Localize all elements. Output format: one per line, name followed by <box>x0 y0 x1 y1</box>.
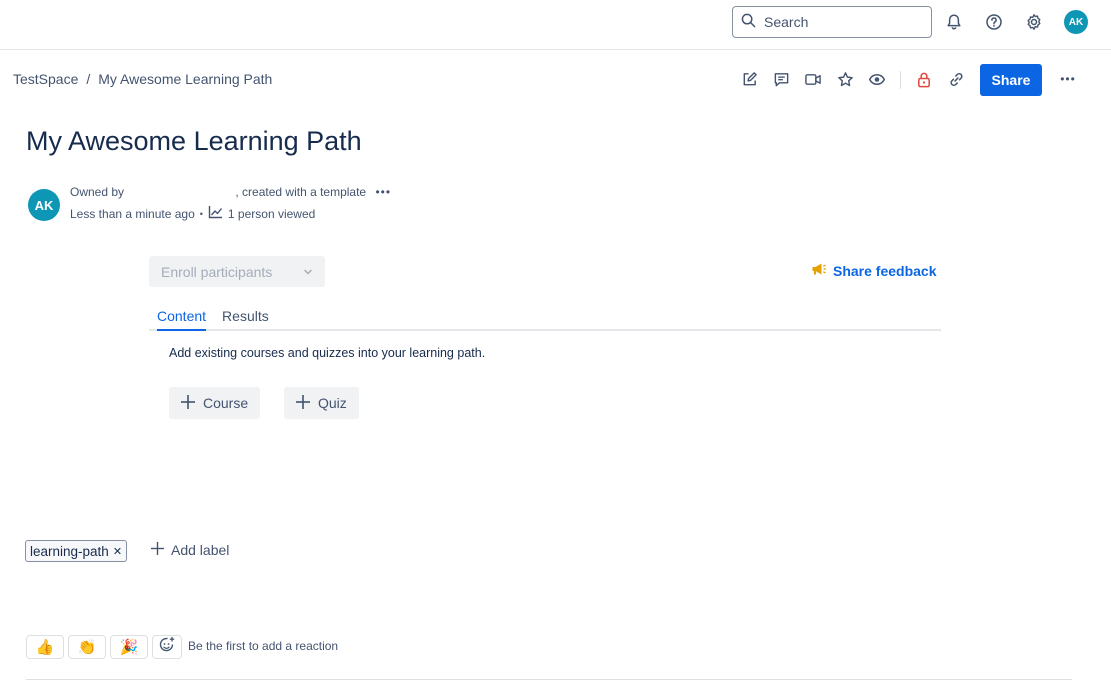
last-updated-text: Less than a minute ago <box>70 206 195 221</box>
reaction-prompt: Be the first to add a reaction <box>188 639 339 653</box>
settings-button[interactable] <box>1020 8 1048 36</box>
edit-icon <box>741 71 758 88</box>
label-chip-text: learning-path <box>30 543 109 559</box>
reaction-thumbs-up[interactable]: 👍 <box>26 635 64 659</box>
breadcrumb-space-link[interactable]: TestSpace <box>13 71 78 87</box>
add-label-text: Add label <box>171 542 230 558</box>
plus-icon <box>150 541 165 559</box>
search-box[interactable] <box>732 6 932 38</box>
search-input[interactable] <box>762 13 912 31</box>
plus-icon <box>179 393 197 414</box>
watch-button[interactable] <box>863 65 891 93</box>
link-icon <box>948 71 965 88</box>
footer-divider <box>26 679 1072 680</box>
byline-dot: • <box>199 208 203 219</box>
byline-meta: Less than a minute ago • 1 person viewed <box>70 205 315 222</box>
breadcrumb: TestSpace / My Awesome Learning Path <box>13 71 272 87</box>
learning-path-tabs: Content Results <box>149 300 941 331</box>
gear-icon <box>1025 13 1043 31</box>
add-quiz-label: Quiz <box>318 395 347 411</box>
breadcrumb-separator: / <box>86 71 91 87</box>
share-feedback-label: Share feedback <box>833 262 937 279</box>
owned-by-prefix: Owned by <box>70 185 125 199</box>
share-feedback-link[interactable]: Share feedback <box>811 262 937 279</box>
restrictions-button[interactable] <box>910 65 938 93</box>
video-button[interactable] <box>799 65 827 93</box>
reaction-clap[interactable]: 👏 <box>68 635 106 659</box>
comment-button[interactable] <box>767 65 795 93</box>
star-icon <box>837 71 854 88</box>
byline-owner: Owned by , created with a template ••• <box>70 185 391 199</box>
bell-icon <box>945 13 963 31</box>
share-button[interactable]: Share <box>980 64 1042 96</box>
comment-icon <box>773 71 790 88</box>
owner-avatar[interactable]: AK <box>28 189 60 221</box>
megaphone-icon <box>811 262 827 279</box>
lock-icon <box>916 71 932 88</box>
help-icon <box>985 13 1003 31</box>
star-button[interactable] <box>831 65 859 93</box>
remove-label-icon[interactable]: ✕ <box>113 545 122 558</box>
add-course-label: Course <box>203 395 249 411</box>
add-reaction-button[interactable] <box>152 635 182 659</box>
enroll-participants-button[interactable]: Enroll participants <box>149 256 325 287</box>
notifications-button[interactable] <box>940 8 968 36</box>
created-with-template-text: , created with a template <box>235 185 367 199</box>
page-title: My Awesome Learning Path <box>26 126 362 156</box>
toolbar-divider <box>900 71 901 89</box>
view-count-link[interactable]: 1 person viewed <box>228 207 315 221</box>
tab-results[interactable]: Results <box>222 300 269 331</box>
enroll-label: Enroll participants <box>161 263 273 280</box>
byline-more-button[interactable]: ••• <box>375 185 391 199</box>
more-actions-button[interactable]: ••• <box>1054 65 1082 93</box>
tab-content[interactable]: Content <box>157 300 207 331</box>
add-quiz-button[interactable]: Quiz <box>284 387 359 419</box>
add-emoji-icon <box>158 636 176 658</box>
label-chip[interactable]: learning-path ✕ <box>25 540 128 562</box>
add-label-button[interactable]: Add label <box>150 541 229 559</box>
add-course-button[interactable]: Course <box>169 387 261 419</box>
learning-path-description: Add existing courses and quizzes into yo… <box>169 346 486 360</box>
edit-button[interactable] <box>735 65 763 93</box>
eye-icon <box>868 71 886 88</box>
analytics-icon <box>208 205 223 222</box>
reaction-party[interactable]: 🎉 <box>110 635 148 659</box>
search-icon <box>741 13 756 31</box>
copy-link-button[interactable] <box>942 65 970 93</box>
plus-icon <box>294 393 312 414</box>
breadcrumb-page-link[interactable]: My Awesome Learning Path <box>98 71 272 87</box>
video-icon <box>804 71 822 88</box>
profile-avatar[interactable]: AK <box>1064 10 1088 34</box>
help-button[interactable] <box>980 8 1008 36</box>
chevron-down-icon <box>303 264 313 280</box>
